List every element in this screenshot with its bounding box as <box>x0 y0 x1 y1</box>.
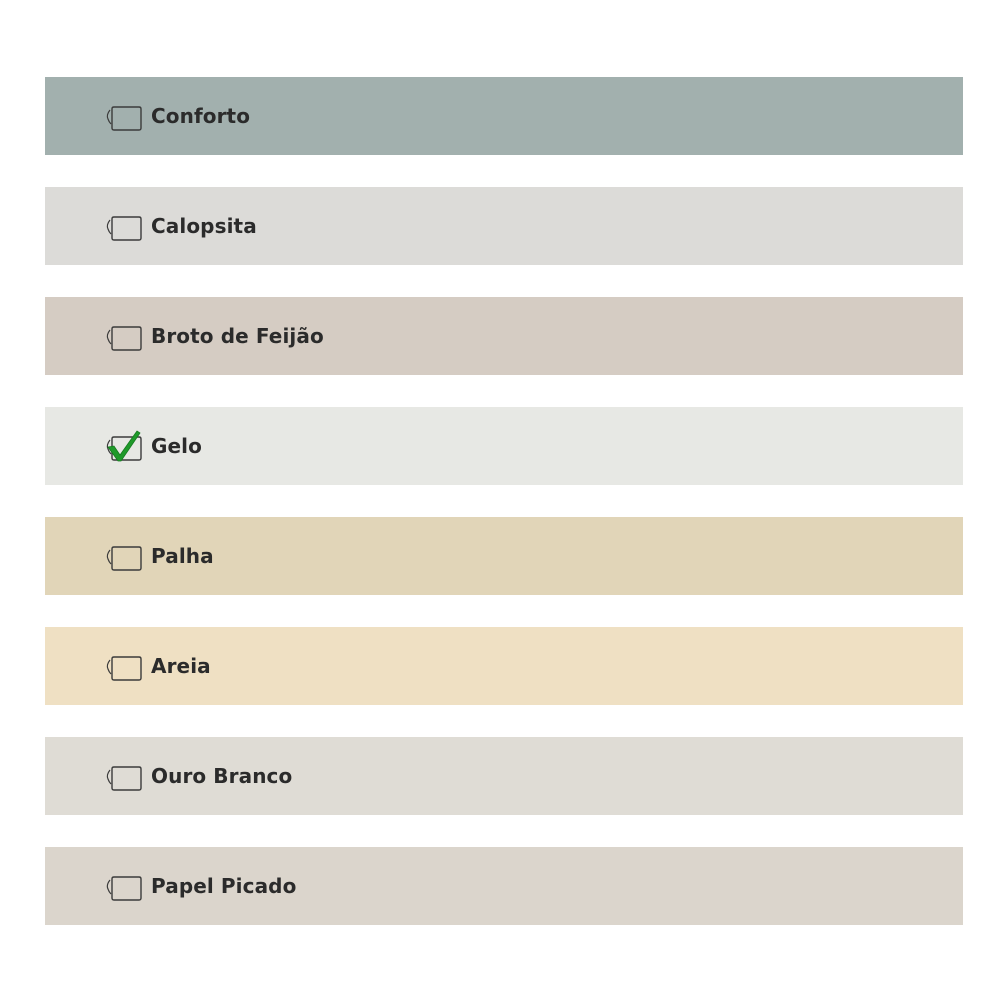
swatch-conforto[interactable]: Conforto <box>45 77 963 155</box>
checkbox-box <box>111 876 142 901</box>
swatch-label: Areia <box>151 654 211 678</box>
swatch-label: Papel Picado <box>151 874 297 898</box>
checkbox-box <box>111 216 142 241</box>
swatch-label: Broto de Feijão <box>151 324 324 348</box>
swatch-label: Palha <box>151 544 214 568</box>
swatch-palha[interactable]: Palha <box>45 517 963 595</box>
checkbox-icon[interactable] <box>104 214 142 241</box>
swatch-label: Calopsita <box>151 214 257 238</box>
checkbox-icon[interactable] <box>104 324 142 351</box>
swatch-areia[interactable]: Areia <box>45 627 963 705</box>
checkbox-stroke <box>106 769 112 785</box>
swatch-ouro-branco[interactable]: Ouro Branco <box>45 737 963 815</box>
checkbox-stroke <box>106 329 112 345</box>
check-mark-icon <box>107 430 141 462</box>
swatch-calopsita[interactable]: Calopsita <box>45 187 963 265</box>
checkbox-box <box>111 106 142 131</box>
checkbox-icon[interactable] <box>104 430 142 462</box>
swatch-papel-picado[interactable]: Papel Picado <box>45 847 963 925</box>
swatch-label: Conforto <box>151 104 251 128</box>
checkbox-icon[interactable] <box>104 544 142 571</box>
checkbox-stroke <box>106 659 112 675</box>
checkbox-stroke <box>106 109 112 125</box>
checkbox-icon[interactable] <box>104 874 142 901</box>
swatch-label: Ouro Branco <box>151 764 293 788</box>
checkbox-stroke <box>106 549 112 565</box>
swatch-broto-de-feijao[interactable]: Broto de Feijão <box>45 297 963 375</box>
checkbox-stroke <box>106 879 112 895</box>
checkbox-box <box>111 326 142 351</box>
checkbox-box <box>111 766 142 791</box>
checkbox-icon[interactable] <box>104 654 142 681</box>
checkbox-icon[interactable] <box>104 104 142 131</box>
checkbox-icon[interactable] <box>104 764 142 791</box>
swatch-gelo[interactable]: Gelo <box>45 407 963 485</box>
color-swatch-list: Conforto Calopsita Broto de Feijão Gelo … <box>45 77 963 925</box>
checkbox-stroke <box>106 219 112 235</box>
checkbox-box <box>111 656 142 681</box>
checkbox-box <box>111 546 142 571</box>
swatch-label: Gelo <box>151 434 202 458</box>
